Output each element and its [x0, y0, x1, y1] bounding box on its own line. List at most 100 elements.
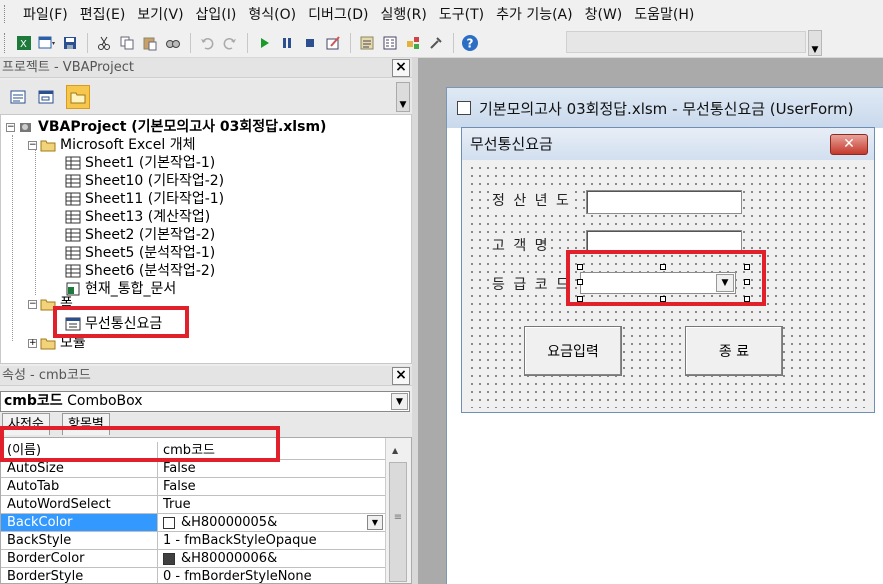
reset-icon[interactable] — [299, 32, 321, 54]
object-browser-icon[interactable] — [402, 32, 424, 54]
chevron-down-icon[interactable]: ▼ — [391, 393, 408, 410]
tree-sheet-item[interactable]: Sheet1 (기본작업-1) — [65, 154, 215, 172]
property-value[interactable]: &H80000006& — [159, 550, 385, 567]
label-code[interactable]: 등 급 코 드 — [492, 274, 571, 294]
property-name: BackStyle — [1, 532, 158, 549]
svg-text:?: ? — [467, 36, 474, 50]
highlight-name-property — [0, 426, 280, 462]
menu-help[interactable]: 도움말(H) — [628, 4, 700, 24]
menu-edit[interactable]: 편집(E) — [74, 4, 132, 24]
menu-run[interactable]: 실행(R) — [374, 4, 432, 24]
copy-icon[interactable] — [116, 32, 138, 54]
toolbox-icon[interactable] — [425, 32, 447, 54]
property-name: AutoWordSelect — [1, 496, 158, 513]
toolbar-overflow-icon[interactable]: ▼ — [396, 82, 410, 112]
collapse-icon[interactable]: − — [6, 122, 15, 132]
property-row[interactable]: BorderStyle 0 - fmBorderStyleNone — [1, 568, 385, 583]
tree-folder-excel[interactable]: − Microsoft Excel 개체 — [28, 136, 195, 154]
property-row[interactable]: AutoWordSelect True — [1, 496, 385, 514]
toolbar-options-icon[interactable]: ▼ — [808, 30, 822, 56]
redo-icon[interactable] — [219, 32, 241, 54]
object-name: cmb코드 — [4, 393, 63, 409]
project-explorer-icon[interactable] — [356, 32, 378, 54]
property-row-selected[interactable]: BackColor &H80000005& ▼ — [1, 514, 385, 532]
property-value[interactable]: False — [159, 478, 385, 495]
userform-window-icon — [457, 101, 471, 115]
scroll-up-icon[interactable]: ▲ — [392, 446, 398, 455]
break-icon[interactable] — [276, 32, 298, 54]
properties-icon[interactable] — [379, 32, 401, 54]
toggle-folders-icon[interactable] — [66, 85, 90, 109]
menu-view[interactable]: 보기(V) — [131, 4, 189, 24]
menu-window[interactable]: 창(W) — [579, 4, 629, 24]
help-icon[interactable]: ? — [459, 32, 481, 54]
close-icon[interactable]: × — [392, 367, 410, 385]
tree-sheet-item[interactable]: Sheet5 (분석작업-1) — [65, 244, 215, 262]
tree-sheet-item[interactable]: Sheet10 (기타작업-2) — [65, 172, 224, 190]
sheet-icon — [65, 264, 81, 278]
close-icon[interactable]: × — [392, 59, 410, 77]
vbaproject-icon — [18, 120, 34, 134]
color-swatch — [163, 552, 175, 565]
collapse-icon[interactable]: − — [28, 299, 37, 309]
tree-sheet-label: Sheet10 (기타작업-2) — [85, 173, 225, 189]
label-customer[interactable]: 고 객 명 — [492, 235, 550, 255]
menu-debug[interactable]: 디버그(D) — [302, 4, 374, 24]
project-toolbar: ▼ — [0, 80, 412, 114]
property-value[interactable]: 0 - fmBorderStyleNone — [159, 568, 385, 583]
view-object-icon[interactable] — [34, 85, 58, 109]
menu-file[interactable]: 파일(F) — [17, 4, 74, 24]
toolbar-separator — [190, 32, 191, 53]
label-year[interactable]: 정 산 년 도 — [492, 190, 571, 210]
property-row[interactable]: AutoSize False — [1, 460, 385, 478]
excel-icon[interactable]: X — [13, 32, 35, 54]
insert-userform-icon[interactable] — [36, 32, 58, 54]
toolbar-grip[interactable] — [4, 32, 7, 53]
color-swatch — [163, 516, 175, 529]
property-row[interactable]: AutoTab False — [1, 478, 385, 496]
expand-icon[interactable]: + — [28, 338, 37, 348]
undo-icon[interactable] — [196, 32, 218, 54]
properties-scrollbar[interactable]: ▲ ≡ — [385, 438, 411, 583]
tree-workbook-item[interactable]: 현재_통합_문서 — [65, 280, 176, 298]
save-icon[interactable] — [59, 32, 81, 54]
find-icon[interactable] — [162, 32, 184, 54]
property-row[interactable]: BorderColor &H80000006& — [1, 550, 385, 568]
sheet-icon — [65, 192, 81, 206]
designer-title-bar[interactable]: 기본모의고사 03회정답.xlsm - 무선통신요금 (UserForm) — [447, 88, 883, 128]
object-selector[interactable]: cmb코드 ComboBox ▼ — [0, 391, 410, 412]
tree-sheet-item[interactable]: Sheet11 (기타작업-1) — [65, 190, 224, 208]
textbox-year[interactable] — [586, 190, 742, 214]
tree-sheet-item[interactable]: Sheet2 (기본작업-2) — [65, 226, 215, 244]
tree-sheet-item[interactable]: Sheet6 (분석작업-2) — [65, 262, 215, 280]
collapse-icon[interactable]: − — [28, 140, 37, 150]
property-row[interactable]: BackStyle 1 - fmBackStyleOpaque — [1, 532, 385, 550]
view-code-icon[interactable] — [6, 85, 30, 109]
close-icon[interactable]: ✕ — [830, 134, 868, 155]
input-charge-button[interactable]: 요금입력 — [524, 326, 622, 376]
design-mode-icon[interactable] — [322, 32, 344, 54]
tree-sheet-label: Sheet1 (기본작업-1) — [85, 155, 216, 171]
chevron-down-icon[interactable]: ▼ — [367, 515, 383, 530]
paste-icon[interactable] — [139, 32, 161, 54]
menu-grip[interactable] — [4, 5, 7, 23]
tree-root[interactable]: − VBAProject (기본모의고사 03회정답.xlsm) — [6, 118, 326, 136]
toolbar-separator — [350, 32, 351, 53]
toolbar-separator — [87, 32, 88, 53]
property-value[interactable]: &H80000005& ▼ — [159, 514, 385, 531]
tree-sheet-label: Sheet5 (분석작업-1) — [85, 245, 216, 261]
menu-addins[interactable]: 추가 기능(A) — [490, 4, 578, 24]
tree-sheet-item[interactable]: Sheet13 (계산작업) — [65, 208, 210, 226]
userform-caption-text: 무선통신요금 — [470, 135, 553, 153]
run-icon[interactable] — [253, 32, 275, 54]
menu-tools[interactable]: 도구(T) — [433, 4, 490, 24]
menu-insert[interactable]: 삽입(I) — [190, 4, 243, 24]
property-value[interactable]: True — [159, 496, 385, 513]
scrollbar-thumb[interactable]: ≡ — [389, 462, 407, 582]
exit-button[interactable]: 종 료 — [685, 326, 783, 376]
property-value[interactable]: False — [159, 460, 385, 477]
property-value[interactable]: 1 - fmBackStyleOpaque — [159, 532, 385, 549]
cut-icon[interactable] — [93, 32, 115, 54]
menu-format[interactable]: 형식(O) — [242, 4, 302, 24]
userform-caption[interactable]: 무선통신요금 ✕ — [462, 128, 874, 160]
